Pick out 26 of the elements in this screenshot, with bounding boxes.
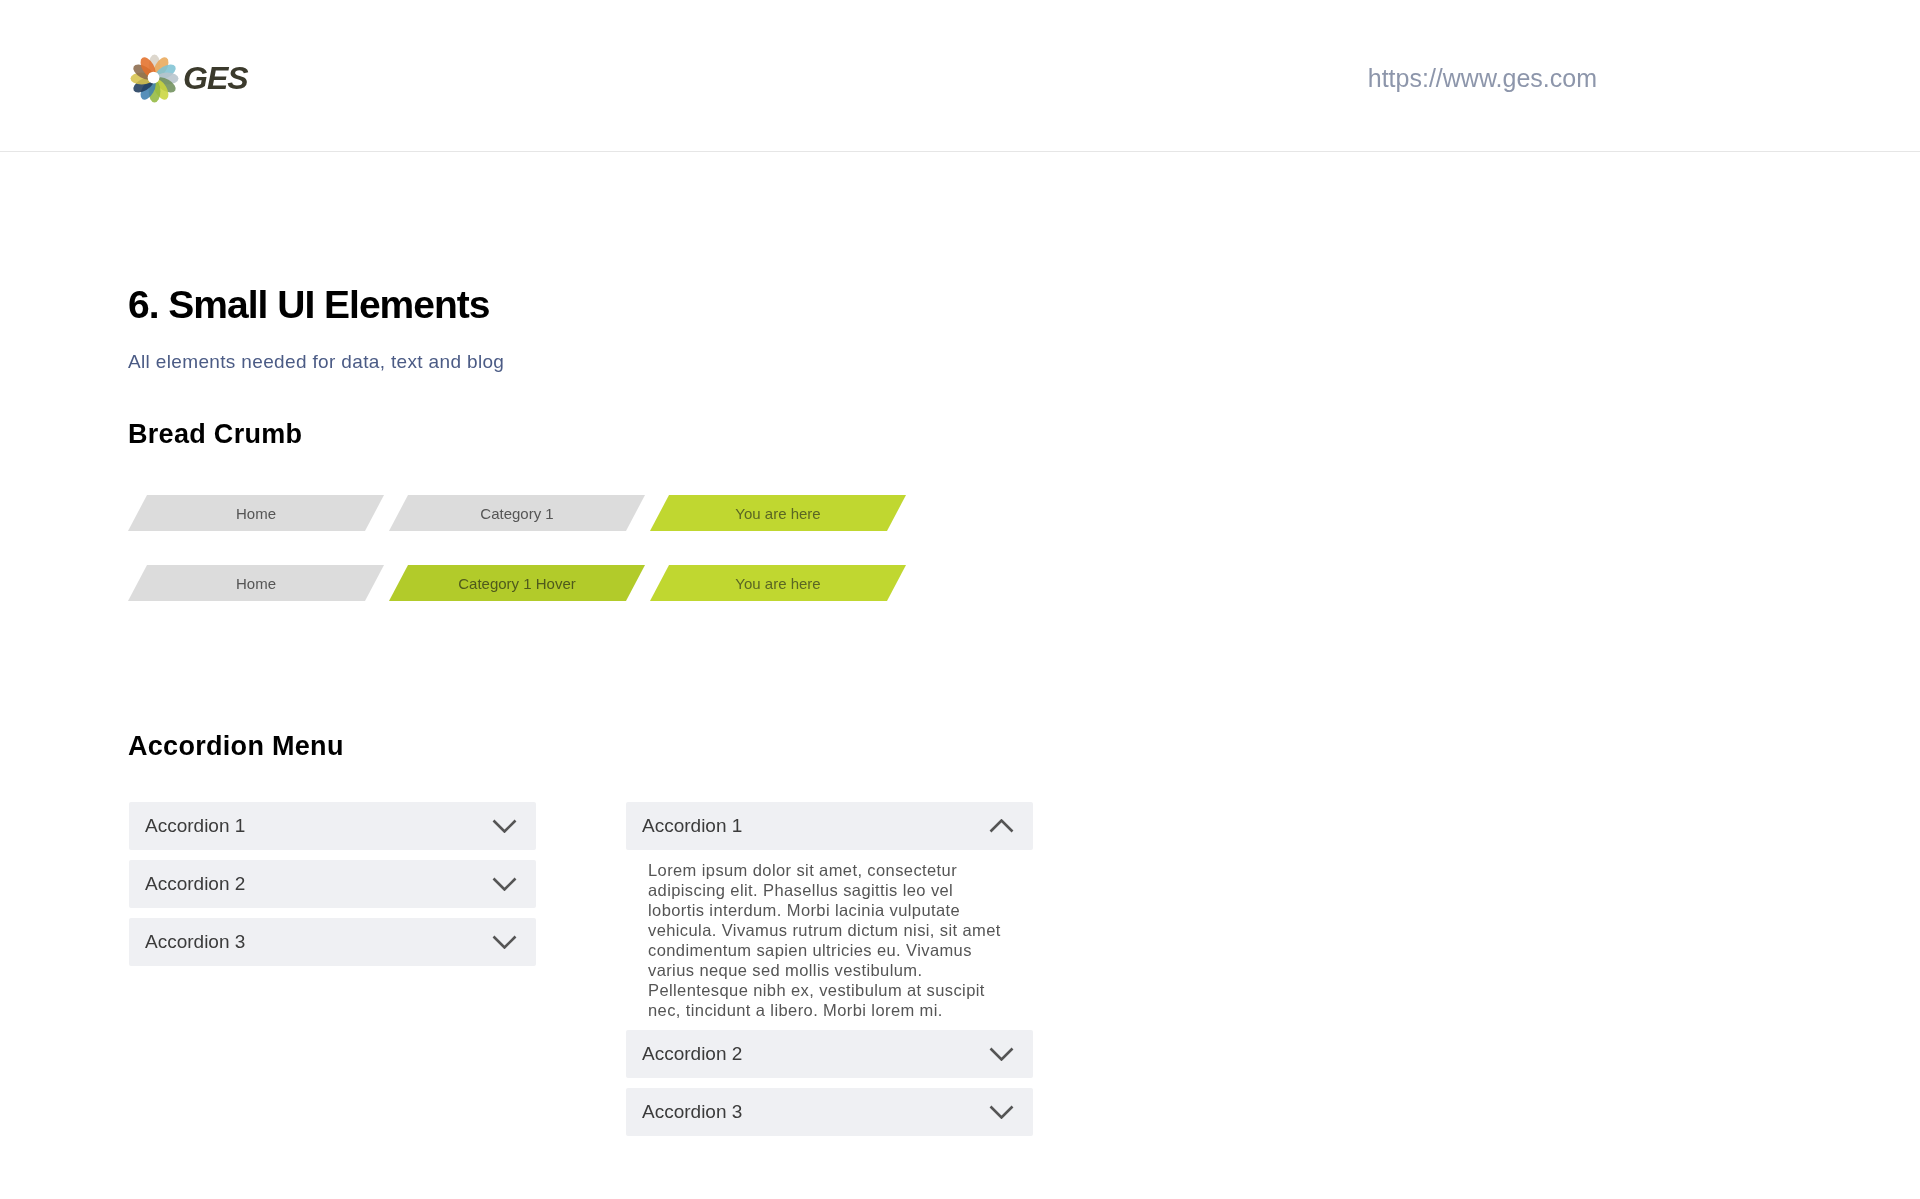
breadcrumb-item[interactable]: Category 1 Hover bbox=[389, 565, 645, 601]
page-title: 6. Small UI Elements bbox=[128, 285, 490, 325]
breadcrumb-item[interactable]: You are here bbox=[650, 565, 906, 601]
site-url: https://www.ges.com bbox=[1367, 64, 1597, 93]
logo-text: GES bbox=[183, 60, 248, 97]
section-heading: Bread Crumb bbox=[128, 419, 303, 449]
breadcrumb-item[interactable]: Category 1 bbox=[389, 495, 645, 531]
accordion-header[interactable]: Accordion 3 bbox=[129, 918, 536, 966]
flower-logo-icon bbox=[130, 53, 179, 104]
chevron-up-icon bbox=[989, 819, 1014, 833]
accordion-header[interactable]: Accordion 2 bbox=[626, 1030, 1033, 1078]
chevron-down-icon bbox=[989, 1047, 1014, 1061]
breadcrumb-item[interactable]: Home bbox=[128, 495, 384, 531]
breadcrumb-item[interactable]: Home bbox=[128, 565, 384, 601]
accordion-header[interactable]: Accordion 3 bbox=[626, 1088, 1033, 1136]
accordion-body-text: Lorem ipsum dolor sit amet, consectetur adipiscing elit. Phasellus sagittis leo vel lobortis interdum. Morbi lacinia vulputate vehicula. Vivamus rutrum dictum nisi, sit amet condimentum sapien ultricies eu. Vivamus varius neque sed mollis vestibulum. Pellentesque nibh ex, vestibulum at suscipit nec, tincidunt a libero. Morbi lorem mi. bbox=[648, 860, 1002, 1020]
accordion-header[interactable]: Accordion 1 bbox=[129, 802, 536, 850]
chevron-down-icon bbox=[989, 1105, 1014, 1119]
accordion-header[interactable]: Accordion 2 bbox=[129, 860, 536, 908]
chevron-down-icon bbox=[492, 877, 517, 891]
breadcrumb-item[interactable]: You are here bbox=[650, 495, 906, 531]
chevron-down-icon bbox=[492, 935, 517, 949]
page-subtitle: All elements needed for data, text and blog bbox=[128, 351, 505, 373]
accordion-header[interactable]: Accordion 1 bbox=[626, 802, 1033, 850]
section-heading: Accordion Menu bbox=[128, 731, 344, 761]
chevron-down-icon bbox=[492, 819, 517, 833]
